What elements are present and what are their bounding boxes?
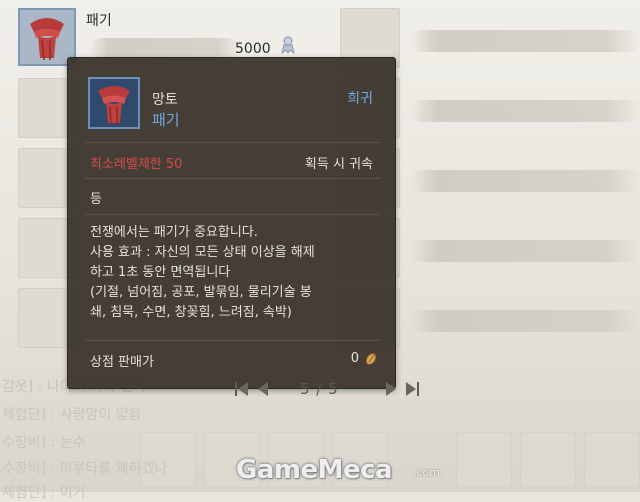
row-stripe: [410, 310, 640, 332]
item-slot[interactable]: [584, 432, 640, 488]
cape-icon: [90, 79, 138, 127]
item-type: 망토: [152, 92, 178, 108]
description-line: (기절, 넘어짐, 공포, 발묶임, 물리기술 봉: [90, 285, 312, 300]
description-line: 하고 1초 동안 면역됩니다: [90, 265, 231, 280]
background-text: 체험단] : 사람맘이 얇음: [2, 407, 142, 423]
description-line: 전쟁에서는 패기가 중요합니다.: [90, 225, 258, 240]
prev-page-button[interactable]: [252, 378, 274, 400]
item-slot[interactable]: [456, 432, 512, 488]
item-name: 패기: [86, 13, 112, 29]
next-page-button[interactable]: [380, 378, 402, 400]
divider: [84, 178, 380, 179]
first-page-button[interactable]: [232, 378, 254, 400]
row-stripe: [410, 30, 640, 52]
item-grade: 희귀: [347, 91, 373, 107]
divider: [84, 214, 380, 215]
description-line: 사용 효과 : 자신의 모든 상태 이상을 해제: [90, 245, 315, 260]
gamemeca-logo: GameMeca: [236, 455, 393, 485]
row-stripe: [410, 170, 640, 192]
cape-icon: [20, 10, 74, 64]
row-stripe: [410, 240, 640, 262]
description-line: 쇄, 침묵, 수면, 창꽂힘, 느려짐, 속박): [90, 305, 292, 320]
shop-price-label: 상점 판매가: [90, 355, 154, 370]
divider: [84, 142, 380, 143]
level-requirement: 최소레벨제한 50: [90, 157, 183, 172]
background-text: 수장비] : 눈수: [2, 435, 86, 451]
medal-icon: [281, 36, 295, 54]
row-stripe: [410, 100, 640, 122]
item-tooltip: 망토 패기 희귀 최소레벨제한 50 획득 시 귀속 등 전쟁에서는 패기가 중…: [67, 57, 396, 389]
tooltip-item-name: 패기: [152, 111, 180, 129]
binding-info: 획득 시 귀속: [304, 157, 373, 172]
divider: [84, 340, 380, 341]
coin-icon: [365, 353, 377, 365]
last-page-button[interactable]: [400, 378, 422, 400]
tooltip-item-icon: [88, 77, 140, 129]
item-price: 5000: [235, 41, 271, 57]
background-text: 체험단] : 이거: [2, 485, 86, 501]
item-slot[interactable]: [520, 432, 576, 488]
item-description: 전쟁에서는 패기가 중요합니다. 사용 효과 : 자신의 모든 상태 이상을 해…: [90, 223, 380, 323]
page-indicator: 5 / 5: [300, 380, 339, 398]
shop-price-value: 0: [350, 351, 359, 366]
grade-line: 등: [90, 192, 102, 207]
gamemeca-logo-suffix: .com: [413, 466, 440, 479]
background-text: 수장비] : 마루타를 왜하겠나: [2, 461, 168, 477]
